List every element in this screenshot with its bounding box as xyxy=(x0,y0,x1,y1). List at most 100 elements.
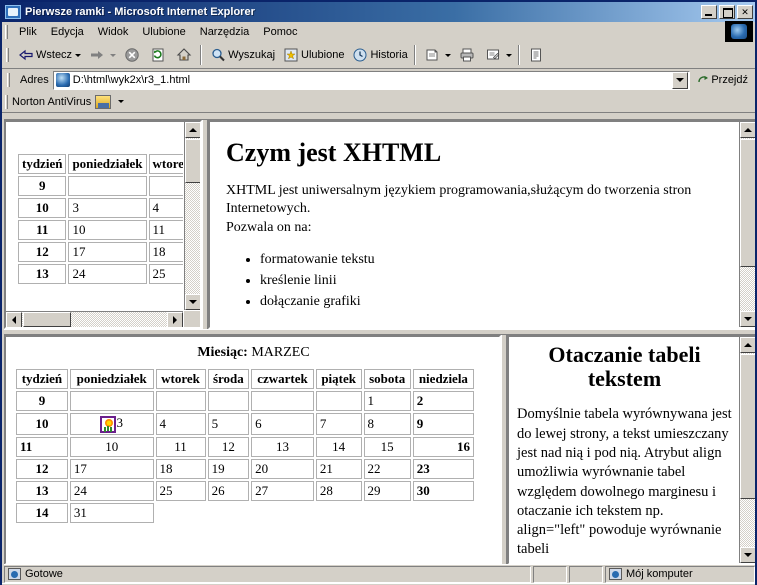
favorites-button[interactable]: Ulubione xyxy=(278,44,347,66)
scroll-up-button[interactable] xyxy=(185,122,200,138)
day-cell-sunday: 30 xyxy=(412,480,474,501)
scroll-thumb[interactable] xyxy=(740,354,755,499)
home-button[interactable] xyxy=(171,44,197,66)
frame-bottom-left[interactable]: Miesiąc: MARZEC tydzień poniedziałek wto… xyxy=(4,335,501,565)
scrollbar-corner xyxy=(184,311,200,327)
menu-item-ulubione[interactable]: Ulubione xyxy=(135,24,192,40)
address-dropdown-button[interactable] xyxy=(672,71,689,89)
table-row: 14 31 xyxy=(16,502,475,523)
day-cell: 5 xyxy=(207,413,250,435)
day-cell: 10 xyxy=(68,220,147,240)
day-cell-empty xyxy=(156,503,475,523)
scroll-down-button[interactable] xyxy=(740,547,755,563)
menu-item-edycja[interactable]: Edycja xyxy=(44,24,91,40)
maximize-button[interactable] xyxy=(719,5,735,19)
col-header-poniedzialek: poniedziałek xyxy=(68,154,147,174)
week-cell: 14 xyxy=(16,502,68,523)
address-input[interactable]: D:\html\wyk2x\r3_1.html xyxy=(52,70,691,90)
day-cell-with-image: 3 xyxy=(69,413,154,435)
back-button[interactable]: Wstecz xyxy=(13,44,84,66)
col-header-tydzien: tydzień xyxy=(18,154,67,174)
stop-button[interactable] xyxy=(119,44,145,66)
history-button[interactable]: Historia xyxy=(347,44,410,66)
mail-dropdown-icon[interactable] xyxy=(444,53,451,57)
col-header-wtorek: wtorek xyxy=(148,154,183,174)
day-cell: 11 xyxy=(155,436,206,457)
go-label: Przejdź xyxy=(711,74,748,86)
scroll-thumb[interactable] xyxy=(740,139,755,267)
week-cell: 10 xyxy=(16,413,68,435)
day-cell xyxy=(315,391,362,411)
refresh-icon xyxy=(148,45,168,65)
frame-top-right[interactable]: Czym jest XHTML XHTML jest uniwersalnym … xyxy=(208,120,755,329)
frame-bottom-right-vscrollbar[interactable] xyxy=(739,337,755,563)
scroll-up-button[interactable] xyxy=(740,337,755,353)
article-paragraph: Domyślnie tabela wyrównywana jest do lew… xyxy=(517,406,732,558)
week-cell: 9 xyxy=(18,176,67,196)
col-header-tydzien: tydzień xyxy=(16,369,68,389)
day-cell: 15 xyxy=(363,436,411,457)
frame-top-left-hscrollbar[interactable] xyxy=(6,311,183,327)
computer-zone-icon xyxy=(609,568,622,580)
frame-bottom-right[interactable]: Otaczanie tabeli tekstem Domyślnie tabel… xyxy=(507,335,755,565)
norton-dropdown-icon[interactable] xyxy=(118,100,125,103)
print-button[interactable] xyxy=(454,44,480,66)
minimize-button[interactable] xyxy=(701,5,717,19)
edit-page-icon xyxy=(483,45,503,65)
day-cell: 28 xyxy=(315,480,362,501)
edit-dropdown-icon[interactable] xyxy=(505,53,512,57)
week-cell: 12 xyxy=(18,242,67,262)
scroll-down-button[interactable] xyxy=(185,294,200,310)
toolbar-grip[interactable] xyxy=(6,48,9,62)
frame-top-right-vscrollbar[interactable] xyxy=(739,122,755,327)
close-button[interactable]: ✕ xyxy=(737,5,753,19)
day-cell: 26 xyxy=(207,480,250,501)
forward-dropdown-icon[interactable] xyxy=(110,53,117,57)
search-button[interactable]: Wyszukaj xyxy=(205,44,278,66)
list-item: formatowanie tekstu xyxy=(260,249,724,270)
article-paragraph-2: Pozwala on na: xyxy=(226,220,312,235)
menu-item-widok[interactable]: Widok xyxy=(91,24,136,40)
scroll-left-button[interactable] xyxy=(6,312,22,327)
col-header-sobota: sobota xyxy=(363,369,411,389)
day-cell: 6 xyxy=(251,413,314,435)
frame-top-left[interactable]: tydzień poniedziałek wtorek 9 xyxy=(4,120,202,329)
norton-label: Norton AntiVirus xyxy=(12,95,92,108)
refresh-button[interactable] xyxy=(145,44,171,66)
day-cell: 17 xyxy=(68,242,147,262)
scroll-up-button[interactable] xyxy=(740,122,755,138)
triangle-left-icon xyxy=(12,316,16,324)
scroll-right-button[interactable] xyxy=(167,312,183,327)
printer-icon xyxy=(457,45,477,65)
table-row: 9 xyxy=(18,176,183,196)
menu-item-plik[interactable]: Plik xyxy=(12,24,44,40)
address-grip[interactable] xyxy=(7,73,10,87)
forward-button[interactable] xyxy=(84,44,119,66)
month-label: Miesiąc: xyxy=(197,345,248,360)
home-icon xyxy=(174,45,194,65)
go-button[interactable]: Przejdź xyxy=(690,70,753,90)
day-cell: 12 xyxy=(207,436,250,457)
scroll-thumb[interactable] xyxy=(185,139,200,183)
col-header-niedziela: niedziela xyxy=(412,369,474,389)
discuss-button[interactable] xyxy=(523,44,549,66)
menu-item-narzedzia[interactable]: Narzędzia xyxy=(193,24,257,40)
menu-grip[interactable] xyxy=(5,24,8,39)
day-cell: 14 xyxy=(315,436,362,457)
triangle-right-icon xyxy=(173,316,177,324)
window-title: Pierwsze ramki - Microsoft Internet Expl… xyxy=(25,6,255,18)
menu-item-pomoc[interactable]: Pomoc xyxy=(256,24,304,40)
week-cell: 9 xyxy=(16,391,68,411)
list-item: dołączanie grafiki xyxy=(260,291,724,312)
frame-top-left-vscrollbar[interactable] xyxy=(184,122,200,310)
back-dropdown-icon[interactable] xyxy=(75,53,82,57)
scroll-down-button[interactable] xyxy=(740,311,755,327)
day-cell xyxy=(207,391,250,411)
back-label: Wstecz xyxy=(36,49,73,61)
norton-grip[interactable] xyxy=(5,94,8,109)
mail-button[interactable] xyxy=(419,44,454,66)
edit-button[interactable] xyxy=(480,44,515,66)
article-paragraph-1: XHTML jest uniwersalnym językiem program… xyxy=(226,183,692,216)
scroll-thumb[interactable] xyxy=(23,312,71,327)
table-row: 13 24 25 xyxy=(18,264,183,284)
